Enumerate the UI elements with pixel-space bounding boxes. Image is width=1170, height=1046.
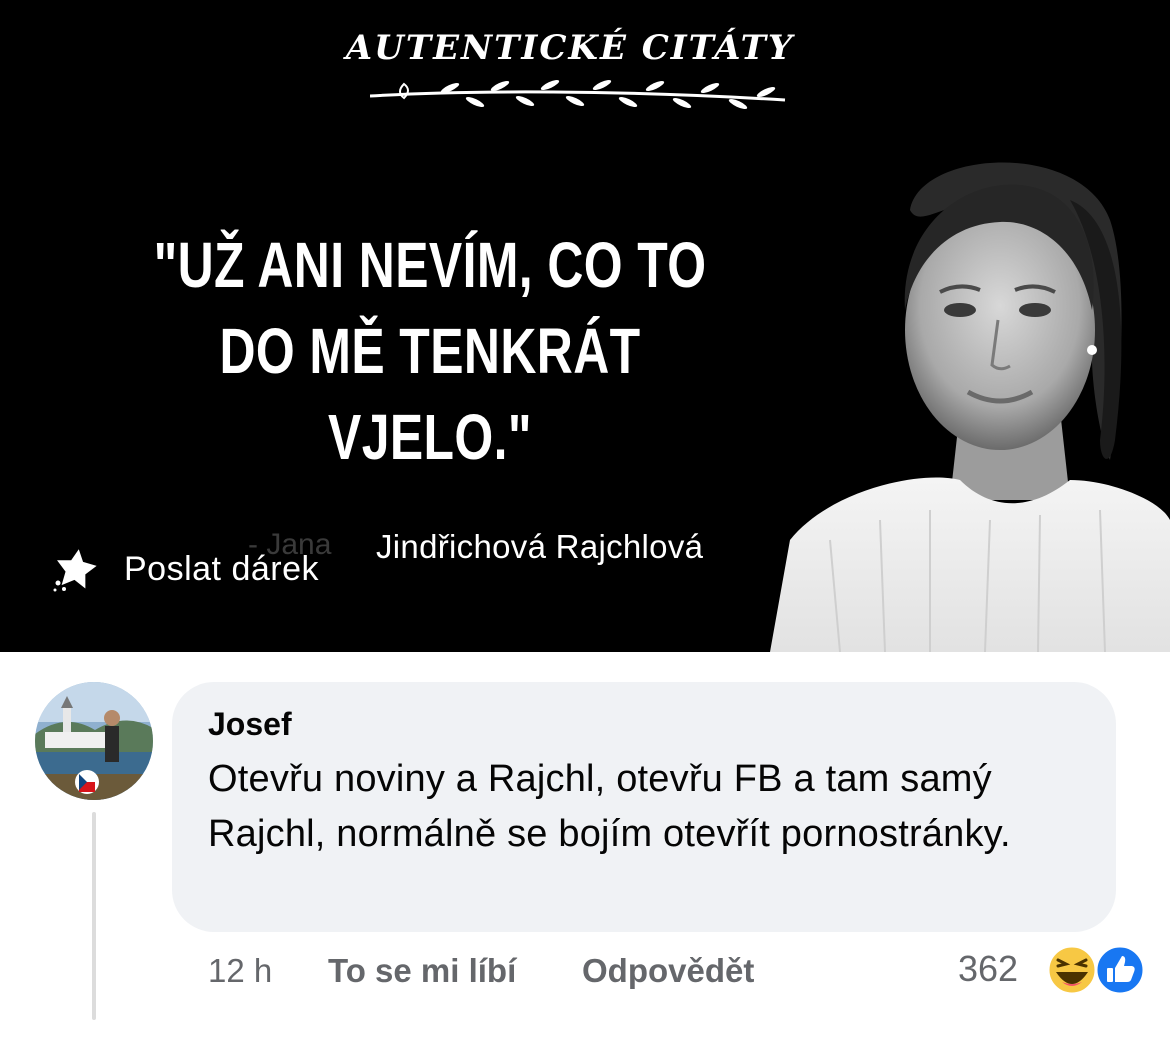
avatar[interactable] <box>35 682 153 800</box>
like-button[interactable]: To se mi líbí <box>328 952 516 990</box>
reaction-count[interactable]: 362 <box>958 948 1018 990</box>
reply-button[interactable]: Odpovědět <box>582 952 754 990</box>
comment-time[interactable]: 12 h <box>208 952 272 990</box>
gift-sparkle-icon <box>53 549 97 592</box>
thread-line <box>92 812 96 1020</box>
brand-title: AUTENTICKÉ CITÁTY <box>345 28 795 68</box>
author-name: Jindřichová Rajchlová <box>376 528 704 565</box>
reactions-summary[interactable] <box>1046 944 1146 996</box>
portrait-photo <box>770 162 1170 652</box>
quote-text: "UŽ ANI NEVÍM, CO TO DO MĚ TENKRÁT VJELO… <box>153 229 707 473</box>
post-image[interactable]: AUTENTICKÉ CITÁTY "UŽ ANI NEVÍM, CO TO D… <box>0 0 1170 652</box>
brand-vine-decoration <box>370 79 786 110</box>
send-gift-button[interactable]: Poslat dárek <box>52 544 319 594</box>
send-gift-label: Poslat dárek <box>124 549 319 588</box>
like-icon <box>1094 944 1146 996</box>
haha-icon <box>1046 944 1098 996</box>
comment-author[interactable]: Josef <box>208 706 292 743</box>
comment-bubble: Josef Otevřu noviny a Rajchl, otevřu FB … <box>172 682 1116 932</box>
comment-text: Otevřu noviny a Rajchl, otevřu FB a tam … <box>208 758 1011 855</box>
